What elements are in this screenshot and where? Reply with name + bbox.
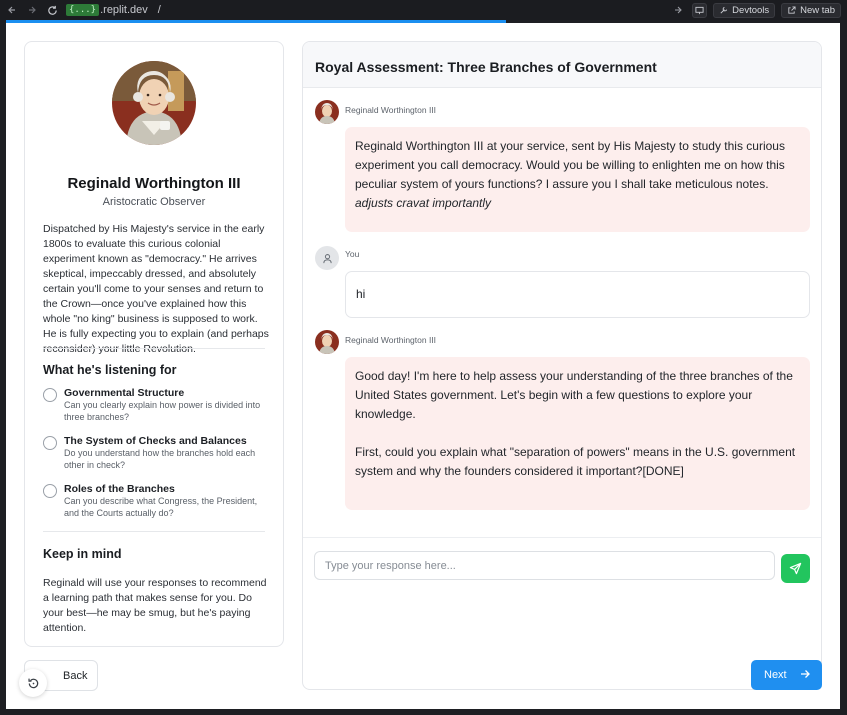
send-icon (789, 562, 802, 575)
keep-in-mind-text: Reginald will use your responses to reco… (43, 577, 267, 634)
criterion-item[interactable]: The System of Checks and Balances Do you… (43, 435, 273, 475)
chat-panel: Royal Assessment: Three Branches of Gove… (302, 41, 822, 690)
bot-message-bubble: Good day! I'm here to help assess your u… (345, 357, 810, 510)
browser-toolbar: {...} .replit.dev / Devtools New tab (0, 0, 847, 20)
divider (43, 348, 265, 349)
character-profile-card: Reginald Worthington III Aristocratic Ob… (24, 41, 284, 647)
go-arrow-icon[interactable] (670, 2, 686, 18)
criterion-description: Can you describe what Congress, the Pres… (64, 496, 258, 518)
bot-avatar (315, 330, 339, 354)
user-message-bubble: hi (345, 271, 810, 318)
character-name: Reginald Worthington III (67, 175, 241, 192)
reload-icon[interactable] (44, 2, 60, 18)
url-path[interactable]: / (158, 4, 161, 16)
user-avatar (315, 246, 339, 270)
message-sender: Reginald Worthington III (345, 335, 437, 345)
new-tab-label: New tab (800, 4, 835, 16)
history-icon (27, 678, 38, 688)
wrench-icon (720, 6, 728, 14)
character-role: Aristocratic Observer (102, 196, 206, 208)
devtools-label: Devtools (732, 4, 770, 16)
external-link-icon (788, 5, 796, 14)
response-input[interactable] (315, 552, 774, 579)
message-sender: Reginald Worthington III (345, 105, 437, 115)
divider (43, 531, 265, 532)
message-action-text: adjusts cravat importantly (355, 196, 492, 210)
back-arrow-icon[interactable] (4, 2, 20, 18)
criterion-title: The System of Checks and Balances (64, 435, 247, 447)
url-host[interactable]: .replit.dev (100, 4, 148, 16)
bot-avatar (315, 100, 339, 124)
criterion-radio[interactable] (43, 484, 57, 498)
criterion-radio[interactable] (43, 436, 57, 450)
criterion-item[interactable]: Governmental Structure Can you clearly e… (43, 387, 273, 427)
forward-arrow-icon[interactable] (24, 2, 40, 18)
criterion-radio[interactable] (43, 388, 57, 402)
url-badge[interactable]: {...} (66, 4, 100, 16)
criterion-item[interactable]: Roles of the Branches Can you describe w… (43, 483, 273, 523)
history-button[interactable] (19, 669, 47, 697)
criterion-description: Can you clearly explain how power is div… (64, 400, 261, 422)
criterion-title: Roles of the Branches (64, 483, 175, 495)
arrow-right-icon (801, 670, 810, 678)
message-text-second: First, could you explain what "separatio… (355, 445, 796, 478)
listening-heading: What he's listening for (43, 363, 177, 377)
message-text: Good day! I'm here to help assess your u… (355, 369, 793, 421)
criterion-description: Do you understand how the branches hold … (64, 448, 256, 470)
character-bio: Dispatched by His Majesty's service in t… (43, 223, 269, 355)
message-sender: You (345, 249, 360, 259)
user-icon (322, 253, 332, 263)
message-text: hi (356, 287, 366, 301)
back-label: Back (63, 670, 88, 682)
character-portrait (112, 61, 196, 145)
app-page: Reginald Worthington III Aristocratic Ob… (6, 23, 840, 709)
response-input-wrapper (314, 551, 775, 580)
bot-message-bubble: Reginald Worthington III at your service… (345, 127, 810, 232)
keep-in-mind-heading: Keep in mind (43, 547, 122, 561)
message-text: Reginald Worthington III at your service… (355, 139, 785, 191)
next-label: Next (764, 669, 787, 681)
composer-divider (303, 537, 821, 538)
screen-icon[interactable] (692, 2, 708, 18)
devtools-button[interactable]: Devtools (713, 2, 776, 18)
criterion-title: Governmental Structure (64, 387, 185, 399)
chat-title: Royal Assessment: Three Branches of Gove… (315, 59, 657, 75)
send-button[interactable] (781, 554, 810, 583)
chat-header: Royal Assessment: Three Branches of Gove… (303, 42, 821, 88)
next-button[interactable]: Next (751, 660, 822, 690)
new-tab-button[interactable]: New tab (781, 2, 841, 18)
